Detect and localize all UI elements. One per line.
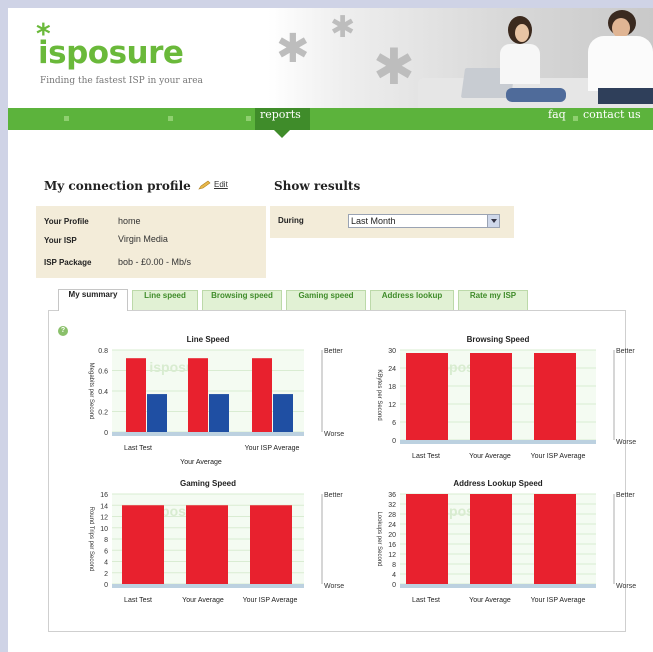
- bar-red: [534, 353, 576, 440]
- better-label: Better: [324, 492, 343, 499]
- x-category-label: Your ISP Average: [531, 597, 586, 604]
- bar-blue: [273, 394, 293, 432]
- x-category-label: Your Average: [182, 597, 224, 604]
- x-category-label: Your ISP Average: [245, 445, 300, 452]
- y-tick-label: 12: [388, 552, 396, 559]
- bar-red: [252, 358, 272, 432]
- better-label: Better: [616, 492, 635, 499]
- x-category-label: Your Average: [180, 459, 222, 466]
- bar-red: [470, 353, 512, 440]
- worse-label: Worse: [616, 583, 636, 590]
- x-category-label: Your Average: [469, 597, 511, 604]
- worse-label: Worse: [324, 431, 344, 438]
- y-tick-label: 4: [392, 572, 396, 579]
- x-category-label: Your Average: [469, 453, 511, 460]
- bar-red: [186, 505, 228, 584]
- y-tick-label: 24: [388, 522, 396, 529]
- baseline: [112, 584, 304, 588]
- y-tick-label: 0: [392, 438, 396, 445]
- page: * isposure Finding the fastest ISP in yo…: [8, 8, 653, 652]
- x-category-label: Last Test: [412, 597, 440, 604]
- bar-red: [122, 505, 164, 584]
- bar-blue: [209, 394, 229, 432]
- y-tick-label: 12: [100, 515, 108, 522]
- bar-red: [250, 505, 292, 584]
- y-axis-label: Megabits per Second: [88, 363, 94, 420]
- better-label: Better: [616, 348, 635, 355]
- baseline: [400, 584, 596, 588]
- y-tick-label: 0: [104, 430, 108, 437]
- y-tick-label: 8: [392, 562, 396, 569]
- chart-title: Address Lookup Speed: [453, 479, 542, 488]
- tab-my-summary[interactable]: My summary: [58, 289, 128, 311]
- x-category-label: Last Test: [124, 445, 152, 452]
- y-axis-label: KBytes per Second: [376, 369, 382, 420]
- y-tick-label: 6: [104, 548, 108, 555]
- y-tick-label: 10: [100, 526, 108, 533]
- bar-blue: [147, 394, 167, 432]
- bar-red: [470, 494, 512, 584]
- x-category-label: Your ISP Average: [243, 597, 298, 604]
- worse-label: Worse: [616, 439, 636, 446]
- y-axis-label: Lookups per Second: [376, 511, 382, 566]
- y-tick-label: 16: [100, 492, 108, 499]
- chart-title: Gaming Speed: [180, 479, 236, 488]
- chart-title: Line Speed: [187, 335, 230, 344]
- y-tick-label: 0: [392, 582, 396, 589]
- y-axis-label: Round Trips per Second: [88, 507, 94, 572]
- x-category-label: Last Test: [412, 453, 440, 460]
- y-tick-label: 8: [104, 537, 108, 544]
- y-tick-label: 36: [388, 492, 396, 499]
- y-tick-label: 6: [392, 420, 396, 427]
- chart-title: Browsing Speed: [467, 335, 530, 344]
- y-tick-label: 0.8: [98, 348, 108, 355]
- y-tick-label: 0: [104, 582, 108, 589]
- y-tick-label: 16: [388, 542, 396, 549]
- y-tick-label: 24: [388, 366, 396, 373]
- y-tick-label: 4: [104, 560, 108, 567]
- baseline: [400, 440, 596, 444]
- y-tick-label: 2: [104, 571, 108, 578]
- bar-red: [188, 358, 208, 432]
- x-category-label: Last Test: [124, 597, 152, 604]
- y-tick-label: 28: [388, 512, 396, 519]
- better-label: Better: [324, 348, 343, 355]
- y-tick-label: 0.6: [98, 369, 108, 376]
- charts-layer: 00.20.40.60.8* isposureLine SpeedMegabit…: [88, 335, 636, 604]
- bar-red: [406, 494, 448, 584]
- y-tick-label: 30: [388, 348, 396, 355]
- bar-red: [534, 494, 576, 584]
- y-tick-label: 32: [388, 502, 396, 509]
- y-tick-label: 20: [388, 532, 396, 539]
- baseline: [112, 432, 304, 436]
- y-tick-label: 12: [388, 402, 396, 409]
- bar-red: [406, 353, 448, 440]
- x-category-label: Your ISP Average: [531, 453, 586, 460]
- worse-label: Worse: [324, 583, 344, 590]
- y-tick-label: 18: [388, 384, 396, 391]
- y-tick-label: 0.4: [98, 389, 108, 396]
- y-tick-label: 0.2: [98, 410, 108, 417]
- y-tick-label: 14: [100, 503, 108, 510]
- bar-red: [126, 358, 146, 432]
